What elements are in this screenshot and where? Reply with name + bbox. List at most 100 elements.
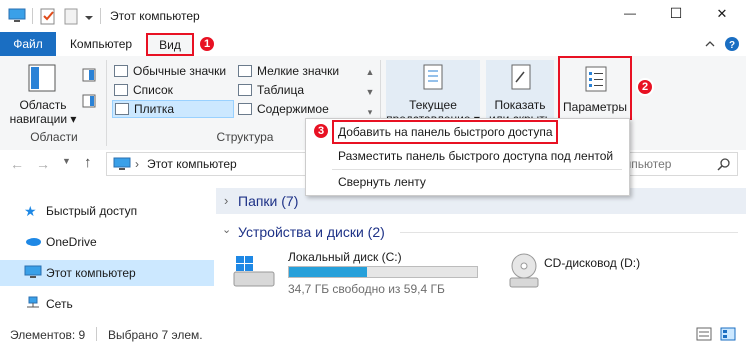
title-separator: [100, 8, 101, 24]
callout-badge-3: 3: [312, 122, 330, 140]
nav-item-label: OneDrive: [46, 235, 97, 249]
tab-file[interactable]: Файл: [0, 32, 56, 56]
status-items-count: Элементов: 9: [10, 328, 86, 342]
tiles-icon: [115, 103, 129, 115]
menu-item-move-quick-access[interactable]: Разместить панель быстрого доступа под л…: [338, 145, 613, 167]
maximize-button[interactable]: ☐: [656, 5, 696, 22]
layout-list[interactable]: Список: [114, 81, 232, 99]
nav-item-quick-access[interactable]: ★ Быстрый доступ: [0, 198, 214, 224]
tiles-view-icon[interactable]: [720, 326, 736, 342]
tab-computer[interactable]: Компьютер: [60, 32, 142, 56]
nav-item-network[interactable]: Сеть: [0, 291, 214, 317]
options-icon: [584, 66, 608, 92]
forward-icon[interactable]: →: [36, 156, 52, 172]
group-label-areas: Области: [30, 130, 78, 144]
layout-content-label: Содержимое: [257, 102, 329, 116]
local-disk-usage-fill: [289, 267, 368, 277]
search-placeholder: мпьютер: [623, 157, 672, 171]
navigation-pane-label-2: навигации ▾: [9, 112, 77, 126]
menu-separator: [332, 169, 622, 170]
show-hide-button[interactable]: Показать или скрыть ▾: [486, 60, 554, 120]
help-icon[interactable]: ?: [724, 36, 740, 52]
preview-pane-icon[interactable]: [82, 68, 96, 82]
large-icons-icon: [114, 65, 128, 77]
nav-item-this-pc[interactable]: Этот компьютер: [0, 260, 214, 286]
small-icons-icon: [238, 65, 252, 77]
layout-small-icons-label: Мелкие значки: [257, 64, 340, 78]
cd-drive-name: CD-дисковод (D:): [544, 256, 641, 270]
nav-item-label: Этот компьютер: [46, 266, 136, 280]
status-divider: [96, 327, 97, 341]
options-button[interactable]: Параметры: [558, 56, 632, 120]
properties-icon[interactable]: [40, 7, 56, 25]
recent-dropdown-icon[interactable]: ▼: [62, 156, 72, 172]
chevron-down-icon: ⌄: [222, 224, 232, 236]
quick-access-dropdown-icon[interactable]: [84, 12, 94, 22]
layout-content[interactable]: Содержимое: [238, 100, 364, 118]
devices-header-row[interactable]: ⌄ Устройства и диски (2): [216, 220, 746, 244]
computer-icon: [8, 8, 26, 24]
up-icon[interactable]: ↑: [84, 154, 100, 171]
navigation-pane-icon: [28, 64, 56, 92]
navigation-pane-button[interactable]: Область навигации ▾: [6, 60, 80, 126]
quick-access-separator: [32, 8, 33, 24]
local-disk-free: 34,7 ГБ свободно из 59,4 ГБ: [288, 282, 445, 296]
options-label: Параметры: [563, 100, 627, 114]
details-view-icon[interactable]: [696, 326, 712, 342]
gallery-scroll[interactable]: ▲ ▼ ▾: [364, 62, 376, 124]
layout-small-icons[interactable]: Мелкие значки: [238, 62, 364, 80]
layout-large-icons[interactable]: Обычные значки: [114, 62, 232, 80]
close-button[interactable]: ✕: [702, 6, 742, 22]
ribbon-separator-1: [106, 60, 107, 146]
ribbon-tabs: Файл Компьютер Вид 1 ?: [0, 32, 746, 57]
minimize-button[interactable]: —: [610, 6, 650, 20]
content-area: › Папки (7) ⌄ Устройства и диски (2) Лок…: [216, 186, 746, 320]
search-box[interactable]: мпьютер: [616, 152, 738, 176]
nav-item-onedrive[interactable]: OneDrive: [0, 229, 214, 255]
menu-item-add-label[interactable]: Добавить на панель быстрого доступа: [338, 121, 553, 143]
navigation-pane-label-1: Область: [19, 98, 67, 112]
navigation-pane: ★ Быстрый доступ OneDrive Этот компьютер…: [0, 186, 214, 320]
cloud-icon: [24, 235, 42, 250]
layout-tiles[interactable]: Плитка: [112, 100, 234, 118]
list-icon: [114, 84, 128, 96]
cd-drive-tile[interactable]: CD-дисковод (D:): [506, 246, 736, 302]
star-icon: ★: [24, 202, 37, 219]
menu-item-collapse-ribbon[interactable]: Свернуть ленту: [338, 171, 426, 193]
search-icon: [717, 157, 731, 171]
current-view-button[interactable]: Текущее представление ▾: [386, 60, 480, 120]
gallery-down-icon[interactable]: ▼: [364, 82, 376, 102]
details-pane-icon[interactable]: [82, 94, 96, 108]
layout-table-label: Таблица: [257, 83, 305, 97]
devices-header: Устройства и диски (2): [238, 224, 385, 240]
layout-gallery: Обычные значки Мелкие значки Список Табл…: [112, 62, 370, 124]
cd-drive-icon: [506, 250, 542, 290]
nav-item-label: Быстрый доступ: [46, 204, 138, 218]
tab-view[interactable]: Вид: [146, 33, 194, 56]
devices-header-rule: [400, 232, 738, 233]
status-bar: Элементов: 9 Выбрано 7 элем.: [0, 322, 746, 348]
folders-header: Папки (7): [238, 193, 299, 209]
context-menu: Добавить на панель быстрого доступа Разм…: [305, 118, 630, 196]
layout-large-icons-label: Обычные значки: [133, 64, 227, 78]
callout-badge-1: 1: [198, 35, 216, 53]
address-path[interactable]: Этот компьютер: [147, 157, 237, 171]
address-computer-icon: [113, 157, 131, 171]
new-folder-icon[interactable]: [64, 7, 80, 25]
layout-list-label: Список: [133, 83, 173, 97]
table-icon: [238, 84, 252, 96]
current-view-label-1: Текущее: [409, 98, 457, 112]
address-chevron-icon[interactable]: ›: [135, 157, 139, 171]
local-disk-icon: [230, 254, 278, 290]
current-view-icon: [422, 64, 444, 90]
gallery-up-icon[interactable]: ▲: [364, 62, 376, 82]
collapse-ribbon-icon[interactable]: [704, 38, 716, 50]
nav-item-label: Сеть: [46, 297, 73, 311]
show-hide-icon: [510, 64, 532, 90]
network-icon: [24, 296, 42, 313]
back-icon[interactable]: ←: [10, 156, 26, 172]
status-selected: Выбрано 7 элем.: [108, 328, 203, 342]
layout-table[interactable]: Таблица: [238, 81, 364, 99]
content-icon: [238, 103, 252, 115]
computer-icon: [24, 265, 42, 282]
